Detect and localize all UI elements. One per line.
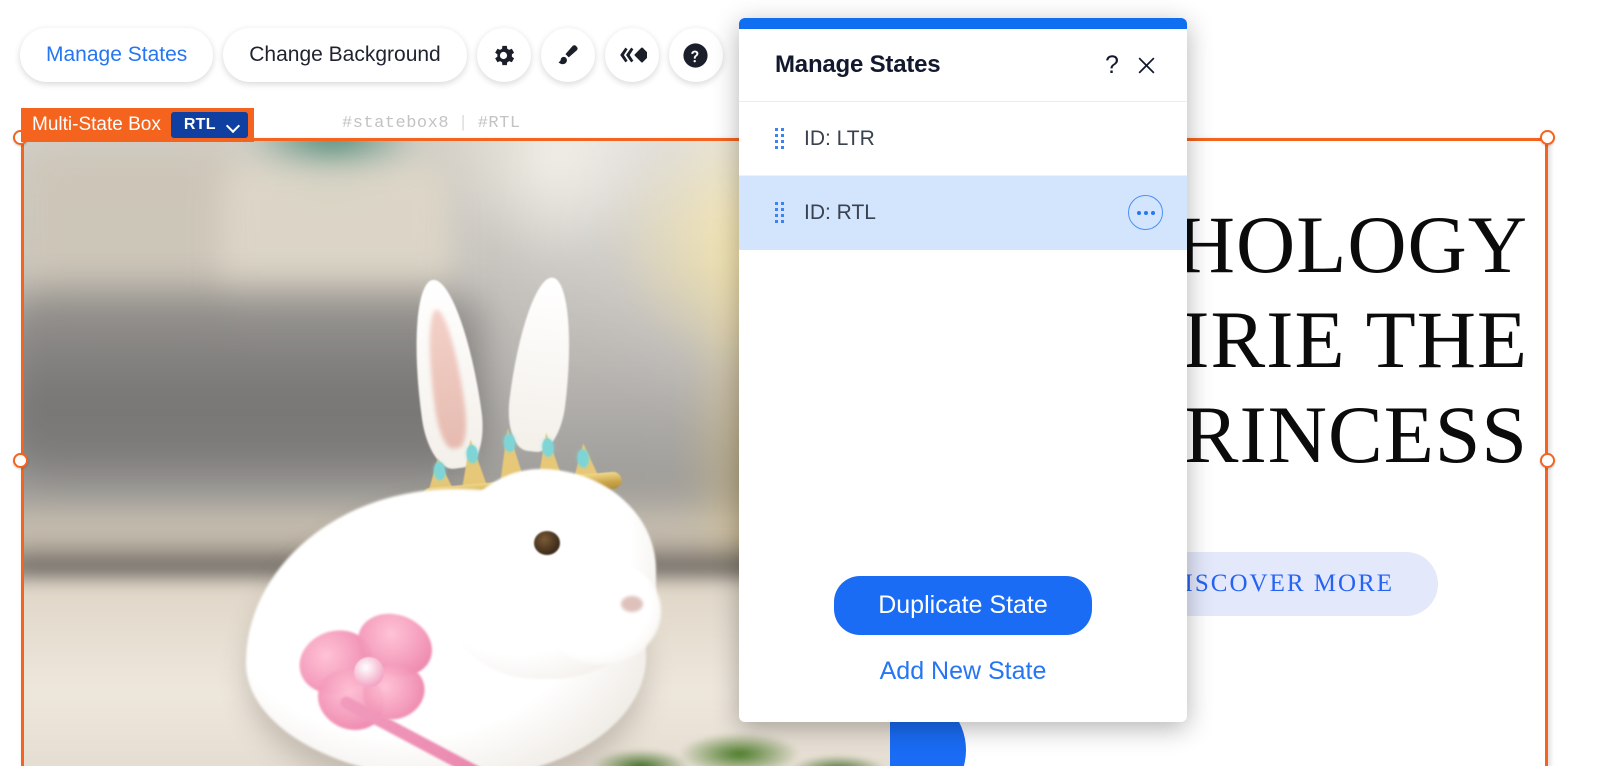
- manage-states-dialog: Manage States ? ID: LTR ID: RTL Duplicat…: [739, 18, 1187, 722]
- state-list-item-ltr[interactable]: ID: LTR: [739, 102, 1187, 176]
- floating-toolbar: Manage States Change Background: [20, 28, 723, 82]
- state-dropdown-value: RTL: [183, 116, 216, 133]
- state-list-item-rtl[interactable]: ID: RTL: [739, 176, 1187, 250]
- paint-brush-icon: [558, 44, 578, 64]
- breadcrumb-element-id: #statebox8: [342, 114, 450, 133]
- bunny-eye: [534, 531, 560, 555]
- state-label: ID: RTL: [804, 200, 876, 224]
- element-type-label: Multi-State Box: [32, 114, 161, 135]
- resize-handle-middle-right[interactable]: [1540, 453, 1555, 468]
- dialog-header: Manage States ?: [739, 29, 1187, 102]
- state-label: ID: LTR: [804, 126, 875, 150]
- breadcrumb-state-id: #RTL: [477, 114, 521, 133]
- state-more-options-icon[interactable]: [1128, 195, 1163, 230]
- settings-gear-icon: [495, 45, 515, 65]
- duplicate-state-button[interactable]: Duplicate State: [834, 576, 1092, 635]
- change-background-button[interactable]: Change Background: [223, 28, 467, 82]
- help-question-button[interactable]: [668, 28, 723, 82]
- element-state-tab[interactable]: Multi-State Box RTL: [21, 108, 254, 142]
- collapse-panel-button[interactable]: [604, 28, 659, 82]
- photo-sofa-shadow: [21, 289, 481, 479]
- breadcrumb: #statebox8 | #RTL: [342, 114, 521, 133]
- close-x-icon: [1138, 57, 1154, 73]
- dialog-title: Manage States: [775, 51, 941, 78]
- breadcrumb-separator: |: [458, 114, 469, 133]
- settings-gear-button[interactable]: [476, 28, 531, 82]
- bunny-muzzle: [541, 559, 661, 664]
- dialog-drag-bar[interactable]: [739, 18, 1187, 29]
- dialog-help-icon[interactable]: ?: [1095, 48, 1129, 82]
- drag-handle-icon[interactable]: [775, 128, 784, 149]
- dialog-footer: Duplicate State Add New State: [739, 576, 1187, 722]
- resize-handle-middle-left[interactable]: [13, 453, 28, 468]
- resize-handle-top-right[interactable]: [1540, 130, 1555, 145]
- state-dropdown[interactable]: RTL: [170, 112, 248, 138]
- add-new-state-button[interactable]: Add New State: [880, 657, 1047, 686]
- help-question-icon: [683, 42, 708, 68]
- dialog-close-icon[interactable]: [1129, 48, 1163, 82]
- chevron-down-icon: [228, 120, 239, 131]
- drag-handle-icon[interactable]: [775, 202, 784, 223]
- paint-brush-button[interactable]: [540, 28, 595, 82]
- bunny-nose: [621, 596, 643, 612]
- app-root: MYTHOLOGY HAIRIE THE PRINCESS DISCOVER M…: [0, 0, 1614, 766]
- states-list[interactable]: ID: LTR ID: RTL: [739, 102, 1187, 576]
- collapse-panel-icon: [619, 47, 647, 63]
- manage-states-button[interactable]: Manage States: [20, 28, 214, 82]
